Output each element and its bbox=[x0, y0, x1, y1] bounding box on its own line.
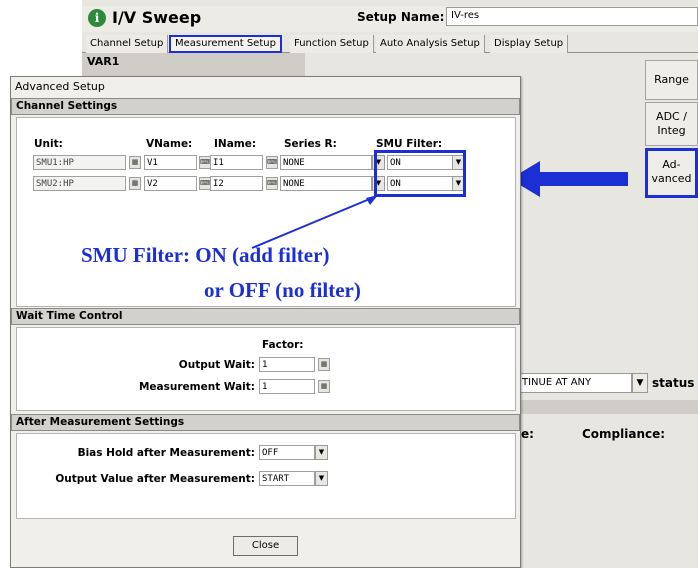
advanced-label-line1: Ad- bbox=[662, 158, 681, 171]
close-button[interactable]: Close bbox=[233, 536, 298, 556]
stop-condition-select[interactable]: TINUE AT ANY bbox=[519, 373, 632, 393]
adc-integ-label-line2: Integ bbox=[657, 124, 686, 137]
arrow-left-icon bbox=[510, 161, 628, 197]
annotation-text-line2: or OFF (no filter) bbox=[204, 278, 361, 302]
adc-integ-button[interactable]: ADC / Integ bbox=[645, 102, 698, 146]
section-bar bbox=[519, 400, 698, 414]
series-r-column-header: Series R: bbox=[284, 138, 337, 150]
unit-field: SMU1:HP bbox=[33, 155, 126, 170]
factor-label: Factor: bbox=[262, 339, 304, 351]
tab-display-setup[interactable]: Display Setup bbox=[490, 35, 569, 53]
output-value-label: Output Value after Measurement: bbox=[55, 473, 255, 485]
status-label: status bbox=[652, 376, 695, 390]
output-wait-label: Output Wait: bbox=[178, 359, 255, 371]
compliance-label: Compliance: bbox=[582, 427, 666, 441]
setup-name-input[interactable]: IV-res bbox=[446, 7, 698, 26]
series-r-select[interactable]: NONE bbox=[280, 155, 372, 170]
bias-hold-select[interactable]: OFF bbox=[259, 445, 315, 460]
tab-auto-analysis-setup[interactable]: Auto Analysis Setup bbox=[376, 35, 485, 53]
chevron-down-icon[interactable]: ▼ bbox=[632, 373, 648, 393]
output-value-select[interactable]: START bbox=[259, 471, 315, 486]
setup-name-label: Setup Name: bbox=[357, 10, 445, 24]
vname-column-header: VName: bbox=[146, 138, 193, 150]
tab-measurement-setup[interactable]: Measurement Setup bbox=[169, 35, 282, 53]
range-button[interactable]: Range bbox=[645, 60, 698, 100]
calculator-icon[interactable]: ▦ bbox=[318, 380, 330, 393]
info-logo-icon: i bbox=[88, 9, 106, 27]
iname-input[interactable]: I2 bbox=[210, 176, 263, 191]
annotation-text-line1: SMU Filter: ON (add filter) bbox=[81, 243, 330, 267]
measurement-wait-label: Measurement Wait: bbox=[138, 381, 255, 393]
after-measurement-header: After Measurement Settings bbox=[11, 414, 520, 431]
wait-time-control-header: Wait Time Control bbox=[11, 308, 520, 325]
calculator-icon[interactable]: ▦ bbox=[129, 156, 141, 169]
var1-header: VAR1 bbox=[82, 53, 305, 71]
advanced-button[interactable]: Ad- vanced bbox=[645, 148, 698, 198]
dialog-title: Advanced Setup bbox=[11, 77, 520, 96]
calculator-icon[interactable]: ▦ bbox=[129, 177, 141, 190]
unit-field: SMU2:HP bbox=[33, 176, 126, 191]
measurement-wait-input[interactable]: 1 bbox=[259, 379, 315, 394]
series-r-select[interactable]: NONE bbox=[280, 176, 372, 191]
adc-integ-label-line1: ADC / bbox=[656, 110, 687, 123]
output-wait-input[interactable]: 1 bbox=[259, 357, 315, 372]
unit-column-header: Unit: bbox=[34, 138, 63, 150]
annotation-pointer-icon bbox=[251, 195, 378, 249]
bias-hold-label: Bias Hold after Measurement: bbox=[77, 447, 255, 459]
chevron-down-icon[interactable]: ▼ bbox=[315, 471, 328, 486]
channel-settings-header: Channel Settings bbox=[11, 98, 520, 115]
advanced-label-line2: vanced bbox=[651, 172, 692, 185]
keyboard-icon[interactable]: ⌨ bbox=[266, 156, 278, 169]
app-title: I/V Sweep bbox=[112, 8, 202, 27]
calculator-icon[interactable]: ▦ bbox=[318, 358, 330, 371]
chevron-down-icon[interactable]: ▼ bbox=[315, 445, 328, 460]
iname-input[interactable]: I1 bbox=[210, 155, 263, 170]
column-label: e: bbox=[521, 427, 534, 441]
tab-channel-setup[interactable]: Channel Setup bbox=[86, 35, 169, 53]
iname-column-header: IName: bbox=[214, 138, 257, 150]
tab-function-setup[interactable]: Function Setup bbox=[290, 35, 374, 53]
keyboard-icon[interactable]: ⌨ bbox=[266, 177, 278, 190]
vname-input[interactable]: V1 bbox=[144, 155, 197, 170]
smu-filter-column-header: SMU Filter: bbox=[376, 138, 443, 150]
vname-input[interactable]: V2 bbox=[144, 176, 197, 191]
